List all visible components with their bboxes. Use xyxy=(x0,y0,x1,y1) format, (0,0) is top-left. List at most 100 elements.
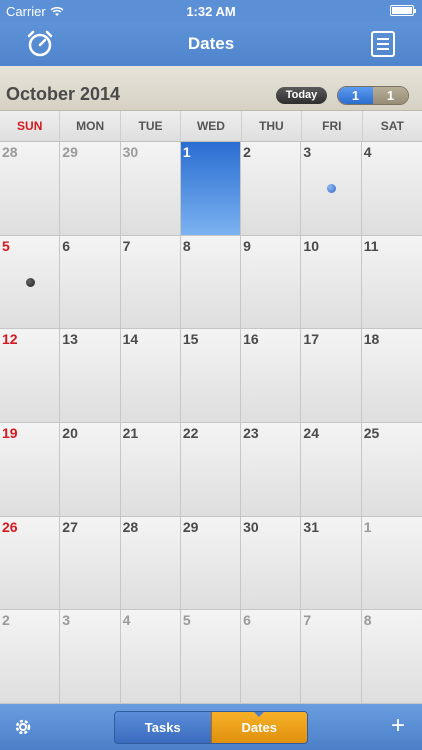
day-number: 22 xyxy=(182,424,199,441)
calendar-day-cell[interactable]: 30 xyxy=(120,142,181,236)
calendar-day-cell[interactable]: 11 xyxy=(361,235,422,330)
day-number: 6 xyxy=(62,237,71,254)
list-icon[interactable] xyxy=(370,30,396,58)
calendar-day-cell[interactable]: 17 xyxy=(301,329,362,423)
calendar-day-cell[interactable]: 3 xyxy=(301,142,362,236)
calendar-day-cell[interactable]: 28 xyxy=(0,142,61,236)
day-number: 17 xyxy=(303,331,319,348)
calendar-day-cell[interactable]: 23 xyxy=(241,422,302,517)
day-number: 15 xyxy=(182,331,199,348)
calendar-day-cell[interactable]: 20 xyxy=(60,422,121,517)
weekday-thu: THU xyxy=(242,111,303,141)
day-number: 11 xyxy=(363,237,379,254)
calendar-day-cell[interactable]: 24 xyxy=(301,422,362,517)
view-toggle-right[interactable]: 1 xyxy=(373,87,408,104)
calendar-day-cell[interactable]: 29 xyxy=(60,142,121,236)
day-number: 4 xyxy=(363,144,372,160)
calendar-day-cell[interactable]: 19 xyxy=(0,422,61,517)
day-number: 23 xyxy=(243,424,259,441)
day-number: 3 xyxy=(303,144,312,160)
day-number: 30 xyxy=(243,518,259,535)
calendar-day-cell[interactable]: 18 xyxy=(361,329,422,423)
calendar-day-cell[interactable]: 30 xyxy=(241,516,302,611)
gear-icon[interactable] xyxy=(12,716,34,738)
calendar-day-cell[interactable]: 6 xyxy=(241,610,302,704)
day-number: 18 xyxy=(363,331,380,348)
calendar-day-cell[interactable]: 4 xyxy=(120,610,181,704)
tab-switcher: Tasks Dates xyxy=(114,711,308,744)
calendar-day-cell[interactable]: 29 xyxy=(180,516,242,611)
calendar-day-cell[interactable]: 15 xyxy=(180,329,242,423)
calendar-day-cell[interactable]: 1 xyxy=(180,142,242,236)
status-time: 1:32 AM xyxy=(186,4,236,19)
calendar-day-cell[interactable]: 31 xyxy=(301,516,362,611)
day-number: 24 xyxy=(303,424,319,441)
calendar-day-cell[interactable]: 12 xyxy=(0,329,61,423)
calendar-day-cell[interactable]: 16 xyxy=(241,329,302,423)
calendar-day-cell[interactable]: 22 xyxy=(180,422,242,517)
calendar-day-cell[interactable]: 7 xyxy=(120,235,181,330)
calendar-day-cell[interactable]: 2 xyxy=(241,142,302,236)
day-number: 29 xyxy=(182,518,199,535)
month-header: October 2014 Today 1 1 xyxy=(0,66,422,111)
calendar-day-cell[interactable]: 28 xyxy=(120,516,181,611)
calendar-day-cell[interactable]: 13 xyxy=(60,329,121,423)
tab-notch xyxy=(254,712,265,717)
day-number: 30 xyxy=(122,144,139,160)
tab-dates-label: Dates xyxy=(241,720,277,735)
view-toggle-left[interactable]: 1 xyxy=(338,87,373,104)
calendar-day-cell[interactable]: 27 xyxy=(60,516,121,611)
weekday-fri: FRI xyxy=(302,111,363,141)
day-number: 12 xyxy=(2,331,18,348)
day-number: 1 xyxy=(363,518,372,535)
calendar-day-cell[interactable]: 26 xyxy=(0,516,61,611)
today-button[interactable]: Today xyxy=(276,87,327,104)
tab-tasks[interactable]: Tasks xyxy=(115,712,211,743)
calendar-day-cell[interactable]: 6 xyxy=(60,235,121,330)
day-number: 13 xyxy=(62,331,78,348)
calendar-day-cell[interactable]: 21 xyxy=(120,422,181,517)
calendar-day-cell[interactable]: 8 xyxy=(180,235,242,330)
day-number: 10 xyxy=(303,237,319,254)
weekday-wed: WED xyxy=(181,111,242,141)
weekday-mon: MON xyxy=(60,111,121,141)
day-number: 8 xyxy=(363,612,372,629)
weekday-header: SUN MON TUE WED THU FRI SAT xyxy=(0,111,422,142)
calendar-day-cell[interactable]: 2 xyxy=(0,610,61,704)
calendar-day-cell[interactable]: 14 xyxy=(120,329,181,423)
weekday-tue: TUE xyxy=(121,111,182,141)
day-number: 19 xyxy=(2,424,18,441)
day-number: 28 xyxy=(2,144,18,160)
weekday-sun: SUN xyxy=(0,111,61,141)
nav-title: Dates xyxy=(187,34,235,53)
event-dot xyxy=(327,184,337,194)
calendar-day-cell[interactable]: 10 xyxy=(301,235,362,330)
calendar-day-cell[interactable]: 8 xyxy=(361,610,422,704)
battery-icon xyxy=(390,5,416,16)
day-number: 5 xyxy=(2,237,10,254)
calendar-day-cell[interactable]: 5 xyxy=(0,235,61,330)
day-number: 31 xyxy=(303,518,319,535)
view-toggle[interactable]: 1 1 xyxy=(337,86,409,105)
calendar-day-cell[interactable]: 4 xyxy=(361,142,422,236)
day-number: 26 xyxy=(2,518,18,535)
tab-bar: Tasks Dates + xyxy=(0,704,422,750)
day-number: 9 xyxy=(243,237,251,254)
calendar-day-cell[interactable]: 9 xyxy=(241,235,302,330)
day-number: 2 xyxy=(2,612,10,629)
calendar-day-cell[interactable]: 25 xyxy=(361,422,422,517)
nav-bar: Dates xyxy=(0,22,422,66)
calendar-day-cell[interactable]: 3 xyxy=(60,610,121,704)
day-number: 3 xyxy=(62,612,71,629)
day-number: 4 xyxy=(122,612,131,629)
calendar-day-cell[interactable]: 5 xyxy=(180,610,242,704)
day-number: 20 xyxy=(62,424,78,441)
calendar-day-cell[interactable]: 1 xyxy=(361,516,422,611)
tab-dates[interactable]: Dates xyxy=(210,712,307,743)
day-number: 2 xyxy=(243,144,251,160)
day-number: 14 xyxy=(122,331,139,348)
calendar-day-cell[interactable]: 7 xyxy=(301,610,362,704)
plus-icon[interactable]: + xyxy=(388,714,408,738)
day-number: 29 xyxy=(62,144,78,160)
day-number: 25 xyxy=(363,424,380,441)
